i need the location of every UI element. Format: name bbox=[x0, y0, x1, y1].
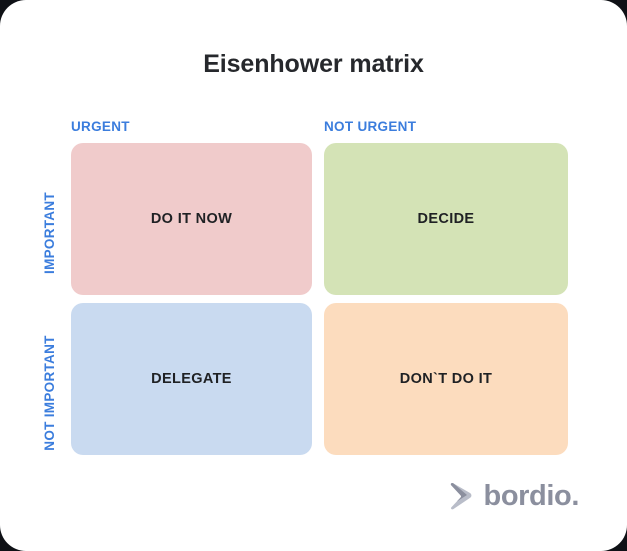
quadrant-label: DECIDE bbox=[417, 211, 475, 227]
page-title: Eisenhower matrix bbox=[203, 50, 424, 78]
chevron-arrow-icon bbox=[450, 483, 471, 510]
row-header-important: IMPORTANT bbox=[42, 192, 57, 274]
logo-text: bordio. bbox=[483, 479, 580, 512]
quadrant-label: DON`T DO IT bbox=[399, 371, 493, 387]
quadrant-label: DELEGATE bbox=[151, 371, 232, 387]
column-header-urgent: URGENT bbox=[71, 119, 130, 134]
quadrant-label: DO IT NOW bbox=[150, 211, 233, 227]
quadrant-dont-do-it[interactable]: DON`T DO IT bbox=[324, 303, 568, 455]
row-header-not-important: NOT IMPORTANT bbox=[42, 335, 57, 451]
bordio-logo: bordio. bbox=[449, 481, 579, 511]
eisenhower-matrix-card: Eisenhower matrix URGENT NOT URGENT IMPO… bbox=[0, 0, 627, 551]
quadrant-decide[interactable]: DECIDE bbox=[324, 143, 568, 295]
column-header-not-urgent: NOT URGENT bbox=[324, 119, 417, 134]
quadrant-do-it-now[interactable]: DO IT NOW bbox=[71, 143, 312, 295]
quadrant-delegate[interactable]: DELEGATE bbox=[71, 303, 312, 455]
